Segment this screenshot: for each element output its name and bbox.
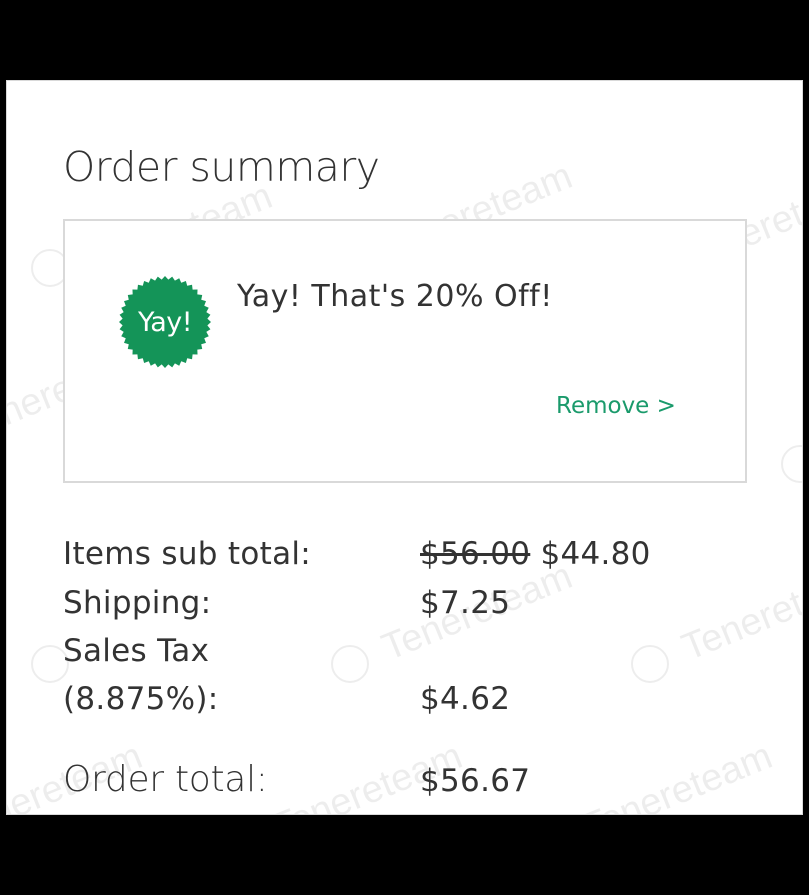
subtotal-original-price: $56.00 [420, 536, 531, 572]
starburst-badge-icon: Yay! [119, 276, 211, 368]
shipping-value: $7.25 [420, 585, 511, 621]
bottom-black-bar [0, 815, 809, 895]
watermark-text: Tenereteam [676, 554, 803, 670]
order-summary-panel: Tenereteam Tenereteam Tenereteam Teneret… [6, 80, 803, 815]
order-total-label: Order total: [63, 759, 268, 800]
promo-message: Yay! That's 20% Off! [237, 279, 553, 314]
badge-label: Yay! [137, 306, 193, 338]
watermark-logo-icon [781, 445, 802, 483]
watermark-logo-icon [631, 645, 669, 683]
remove-promo-link[interactable]: Remove > [556, 393, 676, 419]
subtotal-value: $56.00 $44.80 [420, 536, 651, 572]
order-total-value: $56.67 [420, 763, 531, 799]
sales-tax-value: $4.62 [420, 681, 511, 717]
page-title: Order summary [63, 143, 380, 191]
shipping-label: Shipping: [63, 585, 212, 621]
top-black-bar [0, 0, 809, 80]
subtotal-discounted-price: $44.80 [540, 536, 651, 572]
subtotal-label: Items sub total: [63, 536, 312, 572]
sales-tax-rate-label: (8.875%): [63, 681, 219, 717]
watermark-text: Tenereteam [576, 734, 779, 815]
watermark-logo-icon [331, 645, 369, 683]
promo-box: Yay! Yay! That's 20% Off! Remove > [63, 219, 747, 483]
sales-tax-label: Sales Tax [63, 633, 210, 669]
